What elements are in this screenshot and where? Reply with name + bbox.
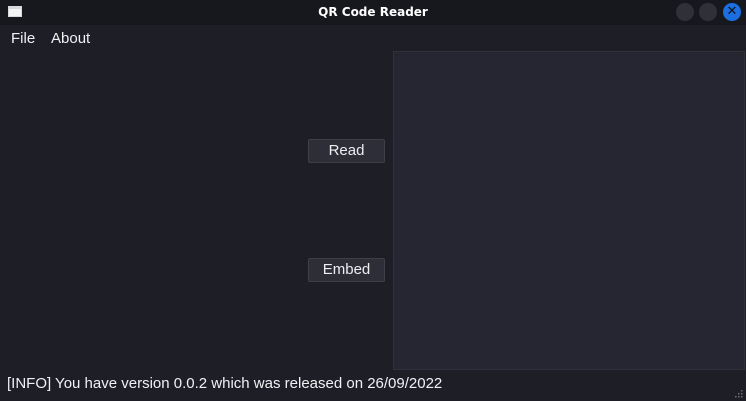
window-title: QR Code Reader	[318, 5, 428, 19]
menu-about[interactable]: About	[51, 30, 90, 47]
menu-bar: File About	[0, 25, 746, 51]
close-button[interactable]: ✕	[723, 3, 741, 21]
maximize-button[interactable]	[699, 3, 717, 21]
resize-grip-icon[interactable]	[733, 388, 743, 398]
title-bar: QR Code Reader ✕	[0, 0, 746, 25]
read-button[interactable]: Read	[308, 139, 385, 163]
minimize-button[interactable]	[676, 3, 694, 21]
status-message: [INFO] You have version 0.0.2 which was …	[7, 375, 443, 392]
close-icon: ✕	[726, 4, 738, 19]
menu-file[interactable]: File	[11, 30, 35, 47]
status-bar: [INFO] You have version 0.0.2 which was …	[0, 372, 746, 401]
app-window: QR Code Reader ✕ File About Read Embed […	[0, 0, 746, 401]
embed-button[interactable]: Embed	[308, 258, 385, 282]
qr-preview-panel	[393, 51, 745, 370]
